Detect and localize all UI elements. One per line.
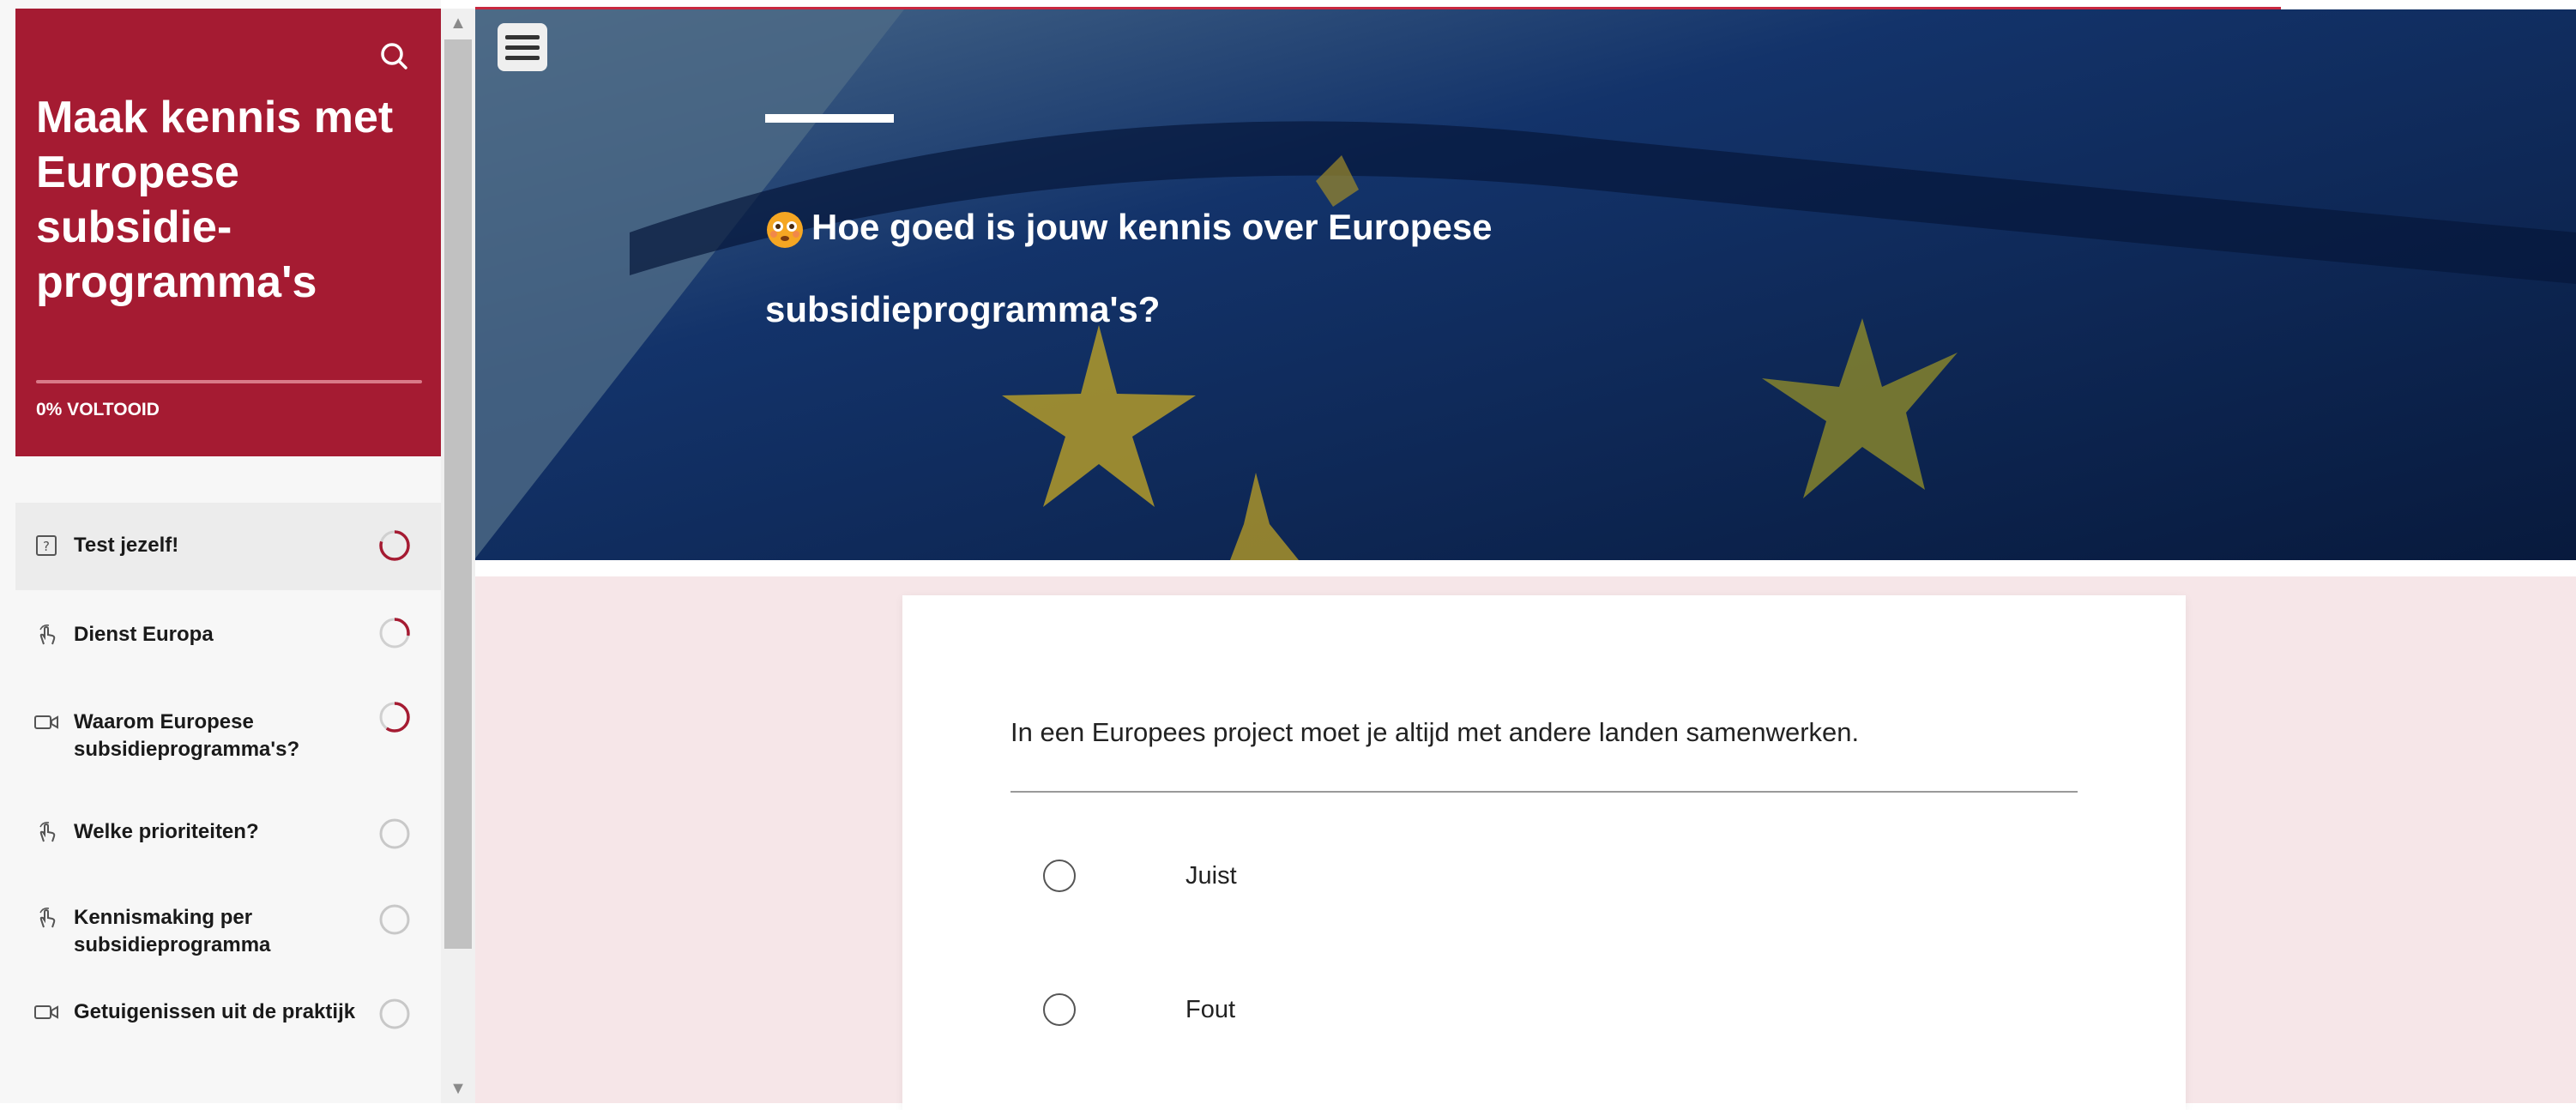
- flushed-face-icon: [767, 211, 803, 248]
- hero-title-bar: [765, 114, 894, 123]
- answer-option-fout[interactable]: Fout: [1043, 993, 1235, 1026]
- quiz-card: In een Europees project moet je altijd m…: [902, 595, 2186, 1110]
- hamburger-menu-icon: [505, 34, 540, 39]
- course-header: Maak kennis met Europese subsidie-progra…: [15, 9, 441, 456]
- progress-ring-icon: [377, 616, 412, 650]
- video-icon: [33, 709, 60, 736]
- progress-ring-icon: [377, 700, 412, 734]
- touch-icon: [33, 621, 60, 649]
- scroll-down-arrow-icon[interactable]: ▼: [441, 1074, 475, 1103]
- course-progress-label: 0% VOLTOOID: [36, 400, 160, 419]
- hamburger-menu-button[interactable]: [498, 23, 547, 71]
- lesson-item-welke-prioriteiten[interactable]: Welke prioriteiten?: [15, 793, 441, 878]
- progress-ring-icon: [377, 528, 412, 563]
- lesson-item-waarom-europese[interactable]: Waarom Europese subsidieprogramma's?: [15, 678, 441, 793]
- course-title: Maak kennis met Europese subsidie-progra…: [36, 93, 394, 307]
- progress-ring-icon: [377, 997, 412, 1031]
- lesson-label: Dienst Europa: [74, 623, 214, 646]
- course-progress-bar: [36, 380, 422, 383]
- sidebar: Maak kennis met Europese subsidie-progra…: [0, 0, 441, 1103]
- scroll-up-arrow-icon[interactable]: ▲: [441, 9, 475, 38]
- question-divider: [1010, 791, 2078, 793]
- lesson-item-kennismaking[interactable]: Kennismaking per subsidieprogramma: [15, 878, 441, 993]
- progress-ring-icon: [377, 817, 412, 851]
- lesson-label: Kennismaking per subsidieprogramma: [74, 906, 271, 956]
- lesson-list: ? Test jezelf! Dienst Europa Waarom Euro…: [15, 503, 441, 1062]
- lesson-item-dienst-europa[interactable]: Dienst Europa: [15, 590, 441, 678]
- lesson-hero-banner: Hoe goed is jouw kennis over Europese su…: [475, 9, 2576, 560]
- quiz-icon: ?: [33, 532, 60, 559]
- radio-button[interactable]: [1043, 993, 1076, 1026]
- sidebar-scrollbar[interactable]: ▲ ▼: [441, 9, 475, 1103]
- lesson-label: Welke prioriteiten?: [74, 820, 259, 843]
- video-icon: [33, 998, 60, 1026]
- lesson-title: Hoe goed is jouw kennis over Europese su…: [765, 186, 1606, 351]
- progress-ring-icon: [377, 902, 412, 937]
- touch-icon: [33, 904, 60, 932]
- answer-label: Juist: [1185, 861, 1237, 890]
- search-icon: [381, 43, 407, 69]
- lesson-label: Getuigenissen uit de praktijk: [74, 1000, 356, 1023]
- svg-text:?: ?: [43, 539, 50, 554]
- search-button[interactable]: [374, 36, 415, 77]
- scrollbar-thumb[interactable]: [444, 39, 472, 949]
- answer-label: Fout: [1185, 995, 1236, 1023]
- lesson-label: Waarom Europese subsidieprogramma's?: [74, 710, 300, 761]
- radio-button[interactable]: [1043, 860, 1076, 892]
- answer-option-juist[interactable]: Juist: [1043, 860, 1237, 892]
- touch-icon: [33, 818, 60, 846]
- lesson-item-getuigenissen[interactable]: Getuigenissen uit de praktijk: [15, 993, 441, 1062]
- lesson-label: Test jezelf!: [74, 534, 179, 557]
- quiz-question: In een Europees project moet je altijd m…: [1010, 717, 1860, 747]
- lesson-title-text: Hoe goed is jouw kennis over Europese su…: [765, 207, 1493, 329]
- lesson-item-test-jezelf[interactable]: ? Test jezelf!: [15, 503, 441, 590]
- lesson-content: In een Europees project moet je altijd m…: [475, 576, 2576, 1110]
